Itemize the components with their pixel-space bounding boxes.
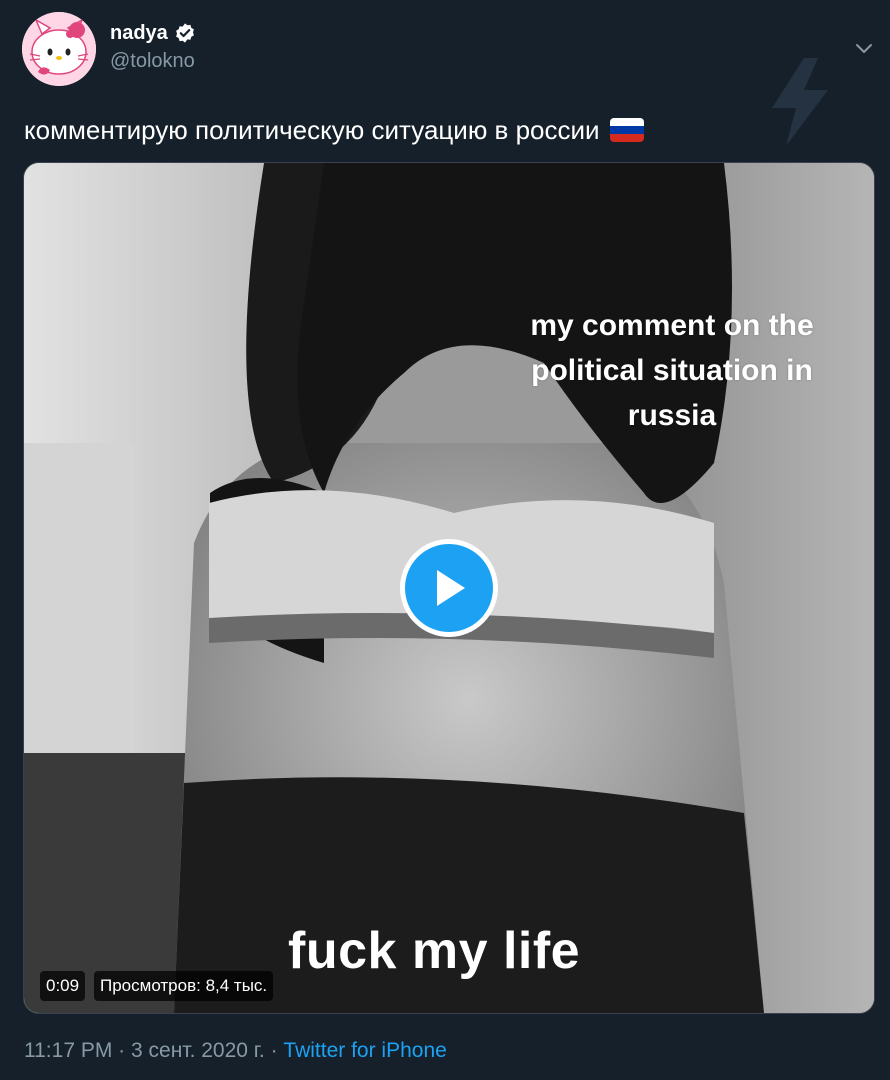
verified-icon [175, 23, 194, 43]
author-block[interactable]: nadya @tolokno [110, 20, 196, 74]
tweet: nadya @tolokno комментирую политическую … [0, 0, 890, 1080]
display-name[interactable]: nadya [110, 20, 168, 46]
play-icon [437, 570, 465, 606]
russia-flag-icon [609, 118, 644, 142]
lightning-icon [772, 58, 828, 146]
avatar[interactable] [22, 12, 96, 86]
tweet-time[interactable]: 11:17 PM [24, 1039, 112, 1062]
tweet-date[interactable]: 3 сент. 2020 г. [131, 1039, 265, 1062]
caption-top: my comment on the political situation in… [502, 303, 842, 438]
chevron-down-icon[interactable] [852, 36, 876, 60]
caption-top-line: my comment on the [530, 309, 814, 342]
caption-top-line: political situation in [531, 354, 813, 387]
tweet-text-content: комментирую политическую ситуацию в росс… [24, 115, 600, 145]
video-duration: 0:09 [40, 971, 86, 1001]
meta-separator: · [112, 1039, 131, 1062]
meta-separator: · [264, 1039, 284, 1062]
play-button[interactable] [400, 539, 498, 637]
caption-top-line: russia [627, 399, 717, 432]
tweet-text: комментирую политическую ситуацию в росс… [24, 112, 644, 148]
handle[interactable]: @tolokno [110, 48, 196, 74]
view-count: Просмотров: 8,4 тыс. [94, 971, 274, 1001]
tweet-meta: 11:17 PM · 3 сент. 2020 г. · Twitter for… [24, 1036, 447, 1066]
hello-kitty-avatar [22, 12, 96, 86]
caption-bottom: fuck my life [288, 922, 581, 980]
video-player[interactable]: my comment on the political situation in… [23, 162, 875, 1014]
tweet-source-link[interactable]: Twitter for iPhone [283, 1039, 446, 1062]
